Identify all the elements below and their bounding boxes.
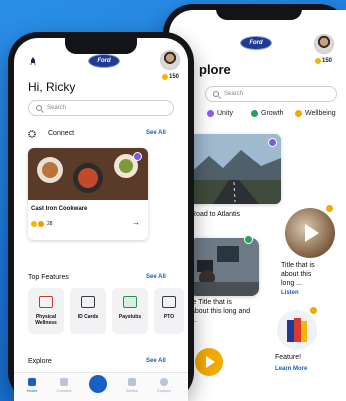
back-screen: Ford 150 plore Search Unity Growth Wellb… [169,10,346,401]
search-input[interactable]: Search [205,86,337,102]
road-image [189,134,281,204]
chip-growth[interactable]: Growth [251,110,284,117]
gear-icon [28,130,36,138]
category-badge [325,204,334,213]
ford-logo: Ford [240,36,272,50]
see-all-explore-link[interactable]: See All [146,358,166,364]
section-title-explore: Explore [28,358,52,365]
listen-link[interactable]: Listen [281,290,299,296]
content-card-office[interactable] [189,238,259,296]
search-icon [213,91,219,97]
emoji-icon [31,221,37,227]
notch [216,4,302,20]
coin-icon [315,58,321,64]
section-title-connect: Connect [48,130,75,137]
chip-unity[interactable]: Unity [207,110,233,117]
tab-bar: Home Connect Wellne Explore [14,372,188,401]
content-card-road[interactable] [189,134,281,204]
category-badge [133,152,142,161]
card-title: Title that is [281,262,315,269]
feature-tile-physical-wellness[interactable]: Physical Wellness [28,288,64,334]
arrow-right-icon[interactable]: → [132,218,140,227]
search-icon [36,105,42,111]
feature-tile-pto[interactable]: PTO [154,288,184,334]
card-title: Road to Atlantis [191,211,241,218]
section-title-top-features: Top Features [28,274,69,281]
front-phone: Ford 150 Hi, Ricky Search Connect See Al… [8,32,194,401]
search-input[interactable]: Search [28,100,174,116]
card-title: Cast Iron Cookware [31,206,88,212]
category-badge [268,138,277,147]
play-icon [305,224,319,242]
connect-card[interactable]: Cast Iron Cookware 28 → [28,148,148,240]
food-image [28,148,148,200]
see-all-connect-link[interactable]: See All [146,130,166,136]
calendar-icon [162,296,176,308]
tab-wellness[interactable]: Wellne [120,378,144,393]
greeting: Hi, Ricky [28,80,76,94]
tab-explore[interactable]: Explore [152,378,176,393]
play-icon [206,356,215,368]
money-icon [123,296,137,308]
category-badge [309,306,318,315]
coin-count: 150 [315,58,332,64]
feature-title: Feature! [275,354,302,361]
tab-connect[interactable]: Connect [52,378,76,393]
books-icon [287,318,307,342]
page-title: plore [199,62,231,77]
id-card-icon [81,296,95,308]
unity-icon [207,110,214,117]
feature-tile-id-cards[interactable]: ID Cards [70,288,106,334]
feature-tile-paystubs[interactable]: Paystubs [112,288,148,334]
coin-icon [162,74,168,80]
thumbs-up-icon [60,378,68,386]
office-image [189,238,259,296]
ford-logo: Ford [88,54,120,68]
leaf-icon [251,110,258,117]
card-title: about this long and [191,308,251,315]
chip-wellbeing[interactable]: Wellbeing [295,110,336,117]
front-screen: Ford 150 Hi, Ricky Search Connect See Al… [14,38,188,401]
tab-apps[interactable] [86,375,110,393]
card-title: le Title that is [191,299,232,306]
feature-image[interactable] [277,310,317,350]
reaction-icons [31,221,44,227]
audio-play-button[interactable] [195,348,223,376]
home-icon [28,378,36,386]
like-count: 28 [47,221,53,227]
compass-icon [160,378,168,386]
coin-count: 150 [162,74,179,80]
card-title: about this [281,271,312,278]
see-all-features-link[interactable]: See All [146,274,166,280]
heart-monitor-icon [39,296,53,308]
card-title: long ... [281,280,303,287]
avatar[interactable] [160,50,180,70]
emoji-icon [38,221,44,227]
apps-grid-icon [89,375,107,393]
wellness-icon [128,378,136,386]
rocket-icon[interactable] [28,56,38,66]
avatar[interactable] [314,34,334,54]
video-thumbnail[interactable] [285,208,335,258]
wellbeing-icon [295,110,302,117]
learn-more-link[interactable]: Learn More [275,366,307,372]
category-badge [244,235,253,244]
tab-home[interactable]: Home [20,378,44,393]
notch [65,38,137,54]
